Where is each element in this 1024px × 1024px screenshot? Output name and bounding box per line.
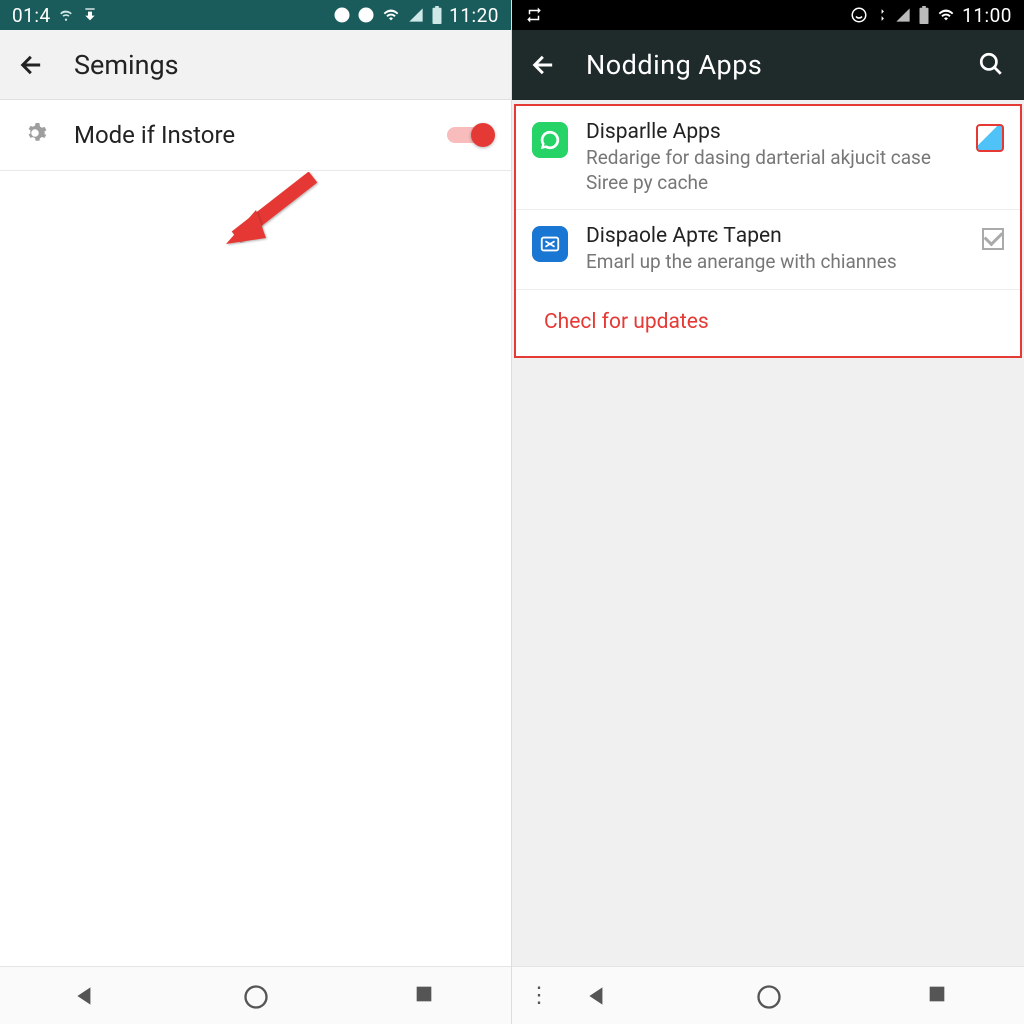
check-updates-link[interactable]: Checl for updates: [516, 290, 1020, 356]
nav-back-icon[interactable]: [584, 983, 610, 1009]
gear-icon: [20, 118, 50, 152]
whatsapp-icon: [532, 122, 568, 158]
status-bar-left: 01:4 11:20: [0, 0, 511, 30]
content-left: Mode if Instore: [0, 100, 511, 966]
navbar-right: ⋮: [512, 966, 1024, 1024]
mail-x-icon: [532, 226, 568, 262]
info-icon: [357, 6, 375, 24]
right-screenshot: 11:00 Nodding Apps Disparlle Apps Redari…: [512, 0, 1024, 1024]
toggle-switch[interactable]: [447, 122, 491, 148]
app-row-1[interactable]: Disparlle Apps Redarige for dasing darte…: [516, 106, 1020, 210]
setting-label: Mode if Instore: [74, 121, 423, 149]
battery-icon: [431, 6, 443, 24]
status-time-right2: 11:00: [962, 4, 1012, 27]
nav-home-icon[interactable]: [755, 983, 781, 1009]
search-icon[interactable]: [978, 51, 1006, 79]
arrow-annotation-icon: [218, 172, 338, 272]
status-time-left: 01:4: [12, 4, 51, 27]
checkbox-icon[interactable]: [982, 228, 1004, 250]
app-trailing-badge-icon: [976, 124, 1004, 152]
highlight-annotation: Disparlle Apps Redarige for dasing darte…: [514, 104, 1022, 358]
back-icon[interactable]: [530, 51, 558, 79]
wifi-icon: [936, 7, 956, 23]
signal-icon: [407, 7, 425, 23]
status-bar-right: 11:00: [512, 0, 1024, 30]
nav-home-icon[interactable]: [242, 983, 268, 1009]
content-right: Disparlle Apps Redarige for dasing darte…: [512, 100, 1024, 966]
app-title: Disparlle Apps: [586, 120, 958, 144]
face-icon: [333, 6, 351, 24]
bt-off-icon: [874, 6, 888, 24]
nav-back-icon[interactable]: [72, 983, 98, 1009]
wifi-full-icon: [381, 7, 401, 23]
left-screenshot: 01:4 11:20 Semings Mode if Instore: [0, 0, 512, 1024]
app-title: Dispaole Apтє Тapen: [586, 224, 964, 248]
nav-recent-icon[interactable]: [413, 983, 439, 1009]
signal-icon: [894, 7, 912, 23]
back-icon[interactable]: [18, 51, 46, 79]
nav-recent-icon[interactable]: [926, 983, 952, 1009]
app-row-2[interactable]: Dispaole Apтє Тapen Emarl up the anerang…: [516, 210, 1020, 290]
status-time-right: 11:20: [449, 4, 499, 27]
app-subtitle: Emarl up the anerange with chiannes: [586, 250, 964, 275]
battery-icon: [918, 6, 930, 24]
smiley-icon: [850, 6, 868, 24]
setting-row-mode[interactable]: Mode if Instore: [0, 100, 511, 171]
appbar-title-left: Semings: [74, 49, 493, 81]
appbar-right: Nodding Apps: [512, 30, 1024, 100]
appbar-title-right: Nodding Apps: [586, 49, 950, 81]
wifi-icon: [57, 8, 75, 22]
app-subtitle: Redarige for dasing darterial akjucit ca…: [586, 146, 958, 195]
loop-icon: [524, 6, 544, 24]
navbar-left: [0, 966, 511, 1024]
nav-menu-icon[interactable]: ⋮: [528, 983, 550, 1008]
download-icon: [81, 7, 99, 23]
appbar-left: Semings: [0, 30, 511, 100]
